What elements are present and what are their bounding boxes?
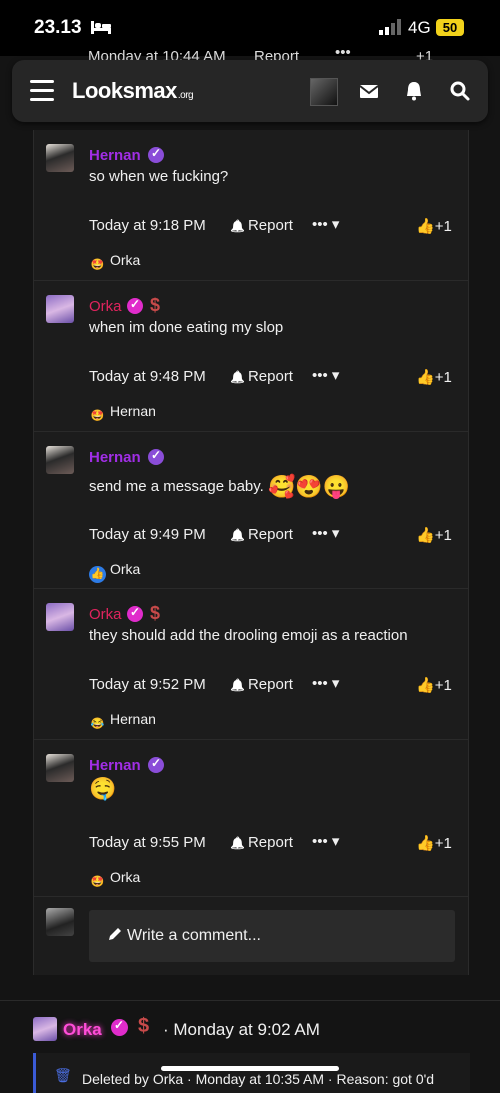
comment-username[interactable]: Hernan xyxy=(89,449,141,466)
comment-item: Orka $ they should add the drooling emoj… xyxy=(34,589,468,740)
star-eyes-icon: 🤩 xyxy=(90,876,105,888)
comment-username[interactable]: Hernan xyxy=(89,757,141,774)
inbox-icon[interactable] xyxy=(358,80,380,102)
user-avatar[interactable] xyxy=(310,78,338,106)
comment-text: send me a message baby. 🥰😍😛 xyxy=(89,474,351,499)
star-eyes-icon: 🤩 xyxy=(90,259,105,271)
verified-icon xyxy=(148,756,164,773)
search-icon[interactable] xyxy=(449,80,471,102)
divider xyxy=(0,1000,500,1001)
verified-icon xyxy=(148,146,164,163)
dollar-icon: $ xyxy=(138,1015,150,1037)
star-eyes-icon: 🤩 xyxy=(90,410,105,422)
status-time: 23.13 xyxy=(34,17,82,38)
write-comment-placeholder: Write a comment... xyxy=(127,927,261,944)
comment-emojis: 🤤 xyxy=(89,776,117,801)
like-icon: 👍 xyxy=(89,566,106,583)
thumbs-up-icon: 👍 xyxy=(416,677,435,694)
report-button[interactable]: Report xyxy=(230,676,293,693)
like-button[interactable]: 👍+1 xyxy=(416,368,452,386)
comment-item: Hernan so when we fucking? Today at 9:18… xyxy=(34,130,468,281)
comment-time[interactable]: Today at 9:49 PM xyxy=(89,526,206,543)
comment-username[interactable]: Orka xyxy=(89,298,122,315)
network-type: 4G xyxy=(408,18,431,37)
more-button[interactable]: ••• ▾ xyxy=(312,215,339,233)
home-indicator[interactable] xyxy=(161,1066,339,1071)
comment-time[interactable]: Today at 9:52 PM xyxy=(89,676,206,693)
pencil-icon xyxy=(109,928,121,940)
more-button[interactable]: ••• ▾ xyxy=(312,524,339,542)
post-username[interactable]: Orka xyxy=(63,1020,102,1040)
comment-item: Hernan 🤤 Today at 9:55 PM Report ••• ▾ 👍… xyxy=(34,740,468,897)
reaction-summary[interactable]: 🤩 Orka xyxy=(89,869,141,891)
comment-time[interactable]: Today at 9:18 PM xyxy=(89,217,206,234)
more-button[interactable]: ••• ▾ xyxy=(312,366,339,384)
comment-text: so when we fucking? xyxy=(89,168,229,185)
more-button[interactable]: ••• ▾ xyxy=(312,674,339,692)
dollar-icon: $ xyxy=(150,603,161,623)
reply-row: Write a comment... xyxy=(34,902,468,974)
like-button[interactable]: 👍+1 xyxy=(416,217,452,235)
comment-text: when im done eating my slop xyxy=(89,319,284,336)
comment-username[interactable]: Hernan xyxy=(89,147,141,164)
comment-time[interactable]: Today at 9:55 PM xyxy=(89,834,206,851)
thumbs-up-icon: 👍 xyxy=(416,218,435,235)
write-comment-input[interactable]: Write a comment... xyxy=(89,910,455,962)
more-button[interactable]: ••• ▾ xyxy=(312,832,339,850)
thumbs-up-icon: 👍 xyxy=(416,527,435,544)
like-button[interactable]: 👍+1 xyxy=(416,526,452,544)
like-button[interactable]: 👍+1 xyxy=(416,834,452,852)
menu-icon[interactable] xyxy=(30,80,54,102)
sleep-icon xyxy=(91,21,111,34)
thumbs-up-icon: 👍 xyxy=(416,835,435,852)
verified-icon xyxy=(148,448,164,465)
deleted-notice: 🗑 Deleted by Orka · Monday at 10:35 AM ·… xyxy=(33,1053,470,1093)
comment-item: Orka $ when im done eating my slop Today… xyxy=(34,281,468,432)
post-date[interactable]: · Monday at 9:02 AM xyxy=(163,1020,320,1040)
like-button[interactable]: 👍+1 xyxy=(416,676,452,694)
report-button[interactable]: Report xyxy=(230,526,293,543)
avatar[interactable] xyxy=(46,144,74,172)
site-logo[interactable]: Looksmax.org xyxy=(72,78,194,104)
comment-text: they should add the drooling emoji as a … xyxy=(89,627,408,644)
bell-icon[interactable] xyxy=(403,80,425,102)
signal-icon xyxy=(379,19,401,35)
report-button[interactable]: Report xyxy=(230,217,293,234)
comment-item: Hernan send me a message baby. 🥰😍😛 Today… xyxy=(34,432,468,589)
comment-thread: Hernan so when we fucking? Today at 9:18… xyxy=(33,130,469,975)
report-button[interactable]: Report xyxy=(230,368,293,385)
avatar[interactable] xyxy=(46,295,74,323)
prev-more[interactable]: ••• xyxy=(335,44,351,61)
reaction-summary[interactable]: 👍 Orka xyxy=(89,561,140,583)
comment-username[interactable]: Orka xyxy=(89,606,122,623)
reaction-summary[interactable]: 😂 Hernan xyxy=(89,711,156,733)
dollar-icon: $ xyxy=(150,295,161,315)
thumbs-up-icon: 👍 xyxy=(416,369,435,386)
avatar[interactable] xyxy=(46,446,74,474)
avatar[interactable] xyxy=(33,1017,57,1041)
avatar[interactable] xyxy=(46,754,74,782)
deleted-text: Deleted by Orka · Monday at 10:35 AM · R… xyxy=(82,1071,435,1087)
post-item: Orka $ · Monday at 9:02 AM 🗑 Deleted by … xyxy=(33,1015,470,1093)
cry-laugh-icon: 😂 xyxy=(90,718,105,730)
reaction-summary[interactable]: 🤩 Orka xyxy=(89,252,141,274)
avatar[interactable] xyxy=(46,603,74,631)
reaction-summary[interactable]: 🤩 Hernan xyxy=(89,403,156,425)
battery-icon: 50 xyxy=(436,19,464,36)
report-button[interactable]: Report xyxy=(230,834,293,851)
site-header: Looksmax.org xyxy=(12,60,488,122)
comment-time[interactable]: Today at 9:48 PM xyxy=(89,368,206,385)
avatar xyxy=(46,908,74,936)
comment-emojis: 🥰😍😛 xyxy=(268,474,351,499)
verified-icon xyxy=(111,1018,128,1036)
trash-icon: 🗑 xyxy=(54,1067,72,1083)
verified-icon xyxy=(127,605,143,622)
verified-icon xyxy=(127,297,143,314)
